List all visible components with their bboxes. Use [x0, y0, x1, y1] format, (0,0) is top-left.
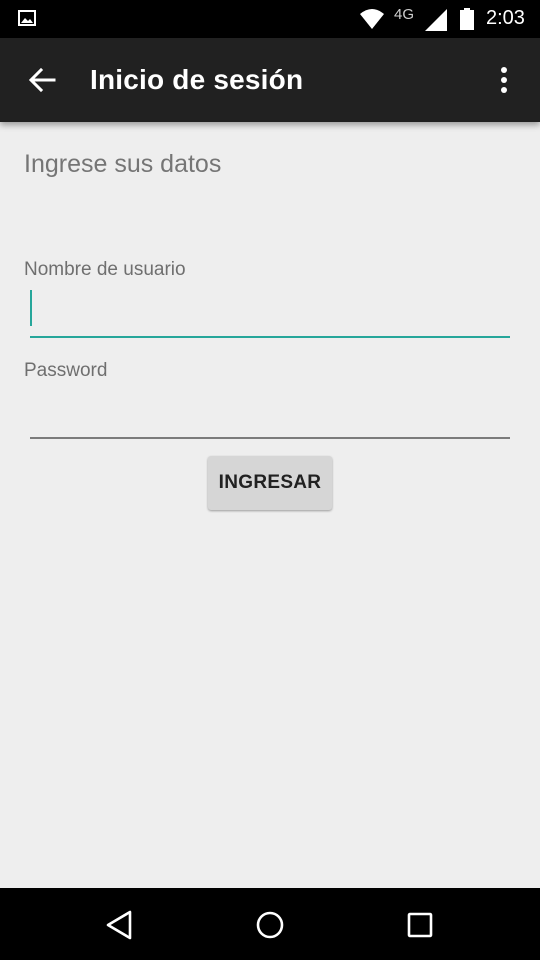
login-form: Ingrese sus datos Nombre de usuario Pass… — [0, 122, 540, 888]
recents-square-icon[interactable] — [403, 908, 437, 942]
username-field[interactable] — [30, 294, 510, 338]
status-clock: 2:03 — [486, 7, 525, 29]
battery-icon — [460, 8, 474, 30]
text-cursor — [30, 290, 32, 326]
network-type-label: 4G — [394, 6, 415, 23]
more-vertical-icon[interactable] — [492, 64, 516, 96]
ingresar-button[interactable]: INGRESAR — [208, 456, 332, 510]
username-label: Nombre de usuario — [24, 259, 186, 280]
password-field[interactable] — [30, 395, 510, 439]
page-title: Inicio de sesión — [90, 64, 304, 95]
back-triangle-icon[interactable] — [103, 908, 137, 942]
image-notification-icon — [18, 10, 36, 26]
form-heading: Ingrese sus datos — [24, 150, 222, 178]
cell-signal-icon — [425, 9, 447, 31]
arrow-left-icon[interactable] — [26, 64, 58, 96]
app-bar: Inicio de sesión — [0, 38, 540, 122]
status-bar: 4G 2:03 — [0, 0, 540, 38]
home-circle-icon[interactable] — [253, 908, 287, 942]
navigation-bar — [0, 888, 540, 960]
wifi-icon — [360, 9, 384, 29]
password-label: Password — [24, 360, 108, 381]
